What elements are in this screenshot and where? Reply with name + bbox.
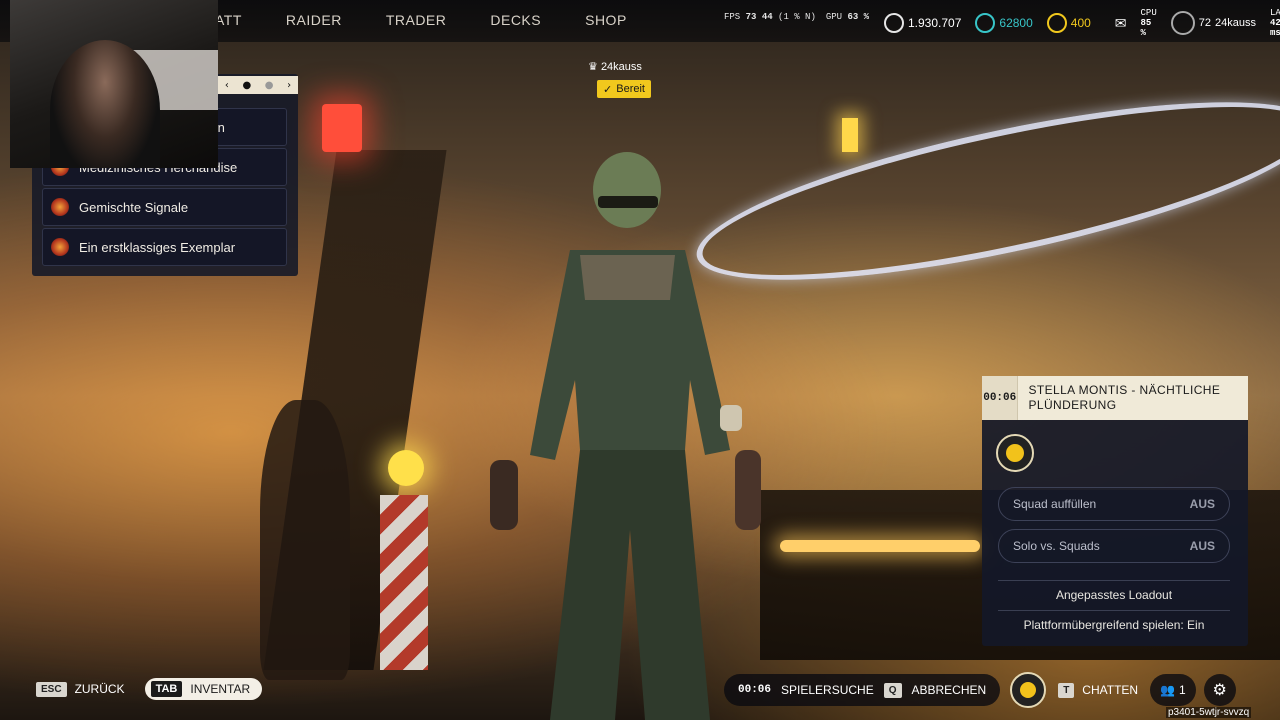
squad-emblem-small-icon — [1010, 672, 1047, 708]
coins-currency: 1.930.707 — [884, 13, 961, 33]
squad-fill-label: Squad auffüllen — [1013, 497, 1097, 511]
inbox-icon: ✉ — [1114, 14, 1127, 31]
cpu-stat: CPU 85 % — [1141, 8, 1157, 38]
back-button[interactable]: ZURÜCK — [75, 682, 125, 696]
tokens-currency: 400 — [1046, 13, 1091, 33]
nav-item-decks[interactable]: DECKS — [490, 12, 541, 28]
solo-vs-squads-value: AUS — [1189, 539, 1215, 553]
quest-icon — [51, 198, 69, 216]
inventory-label: INVENTAR — [190, 682, 251, 696]
chevron-right-icon[interactable]: › — [287, 80, 291, 91]
webcam-streamer — [50, 40, 160, 168]
bottom-right-controls: 00:06 SPIELERSUCHE Q ABBRECHEN T CHATTEN… — [724, 672, 1236, 708]
credits-icon — [975, 13, 996, 33]
performance-overlay: FPS 73 44 (1 % N) GPU 63 % — [724, 12, 869, 22]
cpu-value: 85 % — [1140, 18, 1152, 38]
cancel-key-hint: Q — [883, 682, 902, 698]
ready-status-badge: ✓ Bereit — [597, 80, 651, 98]
inventory-button[interactable]: TAB INVENTAR — [144, 678, 263, 700]
solo-vs-squads-label: Solo vs. Squads — [1013, 539, 1100, 553]
fps-label: FPS — [724, 12, 741, 22]
cpu-label: CPU — [1140, 8, 1157, 18]
cancel-button[interactable]: ABBRECHEN — [912, 683, 987, 697]
session-id: p3401-5wtjr-svvzq — [1166, 707, 1252, 718]
barrier-pole — [380, 495, 428, 670]
search-label: SPIELERSUCHE — [781, 683, 874, 697]
bottom-left-controls: ESC ZURÜCK TAB INVENTAR — [36, 678, 263, 700]
matchmaking-status-bar: 00:06 SPIELERSUCHE Q ABBRECHEN — [724, 674, 1001, 706]
chat-label: CHATTEN — [1082, 683, 1139, 697]
page-dot-active: ● — [242, 79, 252, 91]
squad-emblem-icon — [996, 434, 1034, 472]
main-nav: ATT RAIDER TRADER DECKS SHOP — [215, 12, 671, 28]
coins-value: 1.930.707 — [908, 16, 962, 30]
player-name-tag: ♛ 24kauss — [588, 60, 642, 73]
nav-item-trader[interactable]: TRADER — [386, 12, 447, 28]
matchmaking-timer: 00:06 — [982, 376, 1019, 420]
player-name: 24kauss — [600, 61, 642, 73]
hanging-lamp — [388, 450, 424, 486]
chat-button[interactable]: T CHATTEN — [1058, 682, 1139, 698]
latency-stat: LAT 42.7 ms — [1270, 8, 1280, 38]
custom-loadout-option[interactable]: Angepasstes Loadout — [998, 588, 1230, 602]
friends-icon: 👥 — [1160, 683, 1176, 697]
ready-status-label: Bereit — [616, 83, 645, 95]
nav-item-shop[interactable]: SHOP — [585, 12, 627, 28]
matchmaking-header: 00:06 STELLA MONTIS - NÄCHTLICHE PLÜNDER… — [982, 376, 1248, 420]
squad-fill-value: AUS — [1189, 497, 1215, 511]
gpu-value: 63 % — [847, 12, 870, 22]
friends-button[interactable]: 👥 1 — [1150, 674, 1196, 706]
chat-key-hint: T — [1058, 682, 1075, 698]
gear-icon: ⚙ — [1212, 682, 1227, 699]
profile-name: 24kauss — [1214, 17, 1256, 29]
webcam-overlay — [10, 0, 218, 168]
quest-label: Ein erstklassiges Exemplar — [79, 239, 236, 255]
credits-value: 62800 — [999, 16, 1033, 30]
nav-item-raider[interactable]: RAIDER — [286, 12, 342, 28]
fps-value: 73 — [745, 12, 757, 22]
coin-icon — [884, 13, 904, 33]
check-icon: ✓ — [603, 83, 613, 96]
crown-icon: ♛ — [588, 61, 598, 73]
esc-key-hint: ESC — [36, 681, 67, 697]
divider — [998, 610, 1230, 611]
profile-level: 72 — [1198, 17, 1211, 29]
credits-currency: 62800 — [975, 13, 1033, 33]
quest-item[interactable]: Ein erstklassiges Exemplar — [42, 228, 287, 266]
player-character — [490, 152, 761, 720]
profile-chip[interactable]: 72 24kauss — [1170, 11, 1256, 35]
search-timer: 00:06 — [738, 684, 772, 696]
page-dot: ● — [264, 79, 274, 91]
bar-glow — [780, 540, 980, 552]
tokens-value: 400 — [1070, 16, 1091, 30]
fps-low-value: 44 — [761, 12, 773, 22]
yellow-lamp — [842, 118, 858, 152]
quest-label: Gemischte Signale — [79, 199, 189, 215]
quest-icon — [51, 238, 69, 256]
lat-value: 42.7 ms — [1269, 18, 1280, 38]
solo-vs-squads-toggle[interactable]: Solo vs. Squads AUS — [998, 529, 1230, 563]
fps-low-suffix: (1 % N) — [778, 12, 816, 22]
gpu-label: GPU — [825, 12, 843, 22]
squad-fill-toggle[interactable]: Squad auffüllen AUS — [998, 487, 1230, 521]
signal-light — [322, 104, 362, 152]
friends-count: 1 — [1179, 683, 1186, 697]
tab-key-hint: TAB — [150, 681, 183, 697]
chevron-left-icon[interactable]: ‹ — [225, 80, 229, 91]
map-title: STELLA MONTIS - NÄCHTLICHE PLÜNDERUNG — [1028, 383, 1221, 412]
quest-item[interactable]: Gemischte Signale — [42, 188, 287, 226]
divider — [998, 580, 1230, 581]
token-icon — [1046, 13, 1067, 33]
profile-level-icon — [1170, 11, 1195, 35]
quest-pager: ‹ ● ● › — [218, 76, 298, 94]
settings-button[interactable]: ⚙ — [1203, 674, 1236, 706]
nav-item-partial[interactable]: ATT — [215, 12, 242, 28]
lat-label: LAT — [1269, 8, 1280, 18]
currency-bar: 1.930.707 62800 400 ✉ CPU 85 % 72 24kauss… — [884, 8, 1280, 38]
inbox-button[interactable]: ✉ — [1115, 15, 1127, 32]
crossplay-option[interactable]: Plattformübergreifend spielen: Ein — [998, 618, 1230, 632]
walking-figure — [260, 400, 350, 680]
